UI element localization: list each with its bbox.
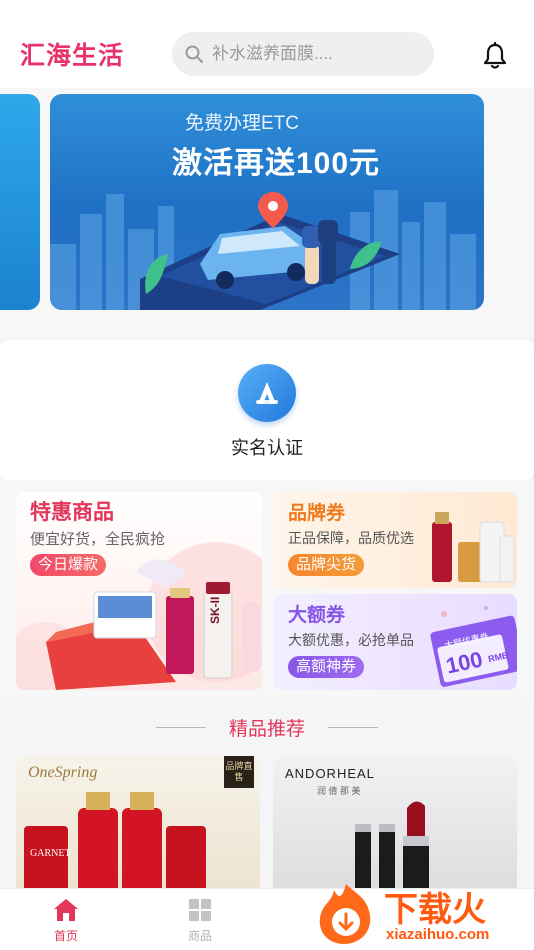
promo-special-deals[interactable]: 特惠商品 便宜好货，全民疯抢 今日爆款 SK-II: [16, 492, 262, 690]
verify-icon[interactable]: [238, 364, 296, 422]
product-image: [24, 792, 206, 896]
search-input[interactable]: [212, 32, 422, 76]
banner-slide-previous[interactable]: [0, 94, 40, 310]
recommend-title: 精品推荐: [228, 719, 305, 740]
bell-icon[interactable]: [482, 42, 508, 70]
search-bar[interactable]: [172, 32, 434, 76]
home-icon: [54, 899, 78, 921]
promo-brand-coupon[interactable]: 品牌券 正品保障，品质优选 品牌尖货: [274, 492, 517, 588]
banner-line-1: 免费办理ETC: [184, 113, 299, 134]
promo-brand-subtitle: 正品保障，品质优选: [288, 530, 414, 546]
site-watermark: 下载火 xiazaihuo.com: [312, 880, 534, 950]
grid-icon: [189, 899, 211, 921]
header: 汇海生活: [0, 0, 534, 88]
verify-label[interactable]: 实名认证: [192, 434, 342, 460]
divider-right: [328, 727, 378, 728]
watermark-text: 下载火: [384, 891, 486, 929]
app-logo: 汇海生活: [20, 42, 125, 70]
app-page: 汇海生活 补水滋养面膜.... 免费办理ETC 激活再送100元 实名认证 特惠…: [0, 0, 534, 950]
promo-special-subtitle: 便宜好货，全民疯抢: [30, 531, 166, 548]
nav-home[interactable]: 首页: [26, 889, 106, 950]
search-icon: [185, 45, 203, 63]
product-card-andorheal[interactable]: ANDORHEAL 润 倩 那 美: [273, 756, 517, 896]
product-card-onespring[interactable]: OneSpring 品牌直售 GARNET: [16, 756, 260, 896]
watermark-url: xiazaihuo.com: [386, 926, 490, 943]
product-bottle-label: GARNET: [30, 848, 71, 859]
nav-home-label: 首页: [53, 929, 78, 943]
nav-products-label: 商品: [187, 929, 212, 943]
nav-products[interactable]: 商品: [160, 889, 240, 950]
banner-slide-etc[interactable]: 免费办理ETC 激活再送100元: [50, 94, 484, 310]
id-badge-icon: [256, 382, 278, 404]
tag-brand-top[interactable]: 品牌尖货: [288, 554, 365, 576]
skii-bottle-label: SK-II: [208, 596, 222, 624]
promo-big-coupon-subtitle: 大额优惠，必抢单品: [288, 632, 414, 648]
promo-big-coupon[interactable]: 大额优惠券 100 RMB 大额券 大额优惠，必抢单品 高额神券: [274, 594, 517, 690]
banner-line-2: 激活再送100元: [171, 147, 381, 180]
tag-today-hot[interactable]: 今日爆款: [30, 554, 107, 576]
lipstick-image: [355, 801, 429, 896]
promo-brand-title: 品牌券: [288, 503, 346, 524]
promo-big-coupon-title: 大额券: [288, 605, 346, 626]
banner-carousel[interactable]: 免费办理ETC 激活再送100元: [0, 88, 534, 338]
promo-special-title: 特惠商品: [30, 501, 114, 524]
flame-logo-icon: [319, 884, 371, 944]
tag-high-coupon[interactable]: 高额神券: [288, 656, 365, 678]
